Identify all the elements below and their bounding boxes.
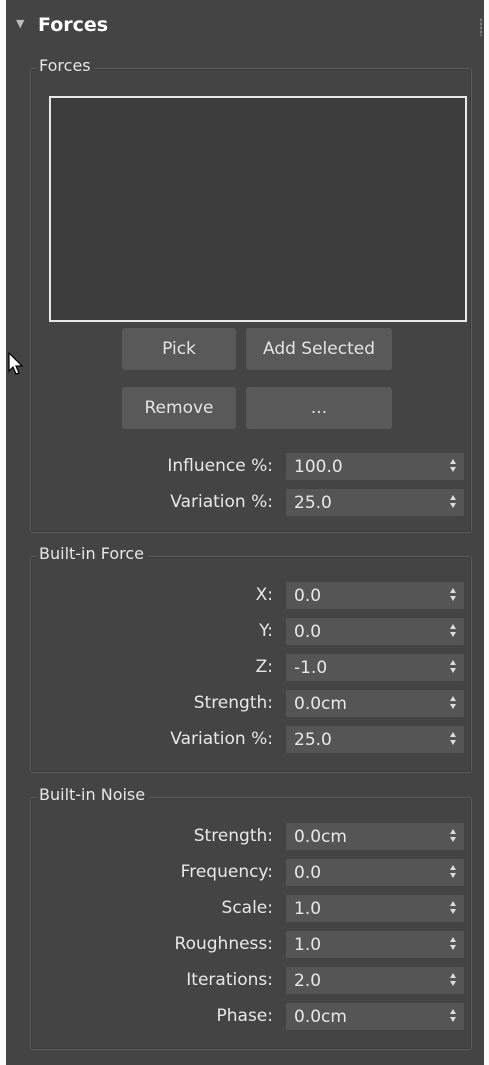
- more-options-button[interactable]: ...: [246, 387, 392, 429]
- force-variation-spinner[interactable]: 25.0: [286, 726, 464, 753]
- noise-strength-value[interactable]: 0.0cm: [294, 827, 347, 847]
- forces-list[interactable]: [49, 96, 467, 322]
- builtin-noise-group-label: Built-in Noise: [37, 785, 150, 804]
- spinner-arrows-icon[interactable]: [450, 935, 458, 953]
- forces-rollout-panel: ▼ Forces Forces Pick Add Selected Remove…: [6, 0, 484, 1065]
- force-variation-label: Variation %:: [170, 729, 273, 749]
- noise-phase-value[interactable]: 0.0cm: [294, 1007, 347, 1027]
- noise-strength-label: Strength:: [193, 826, 273, 846]
- noise-frequency-label: Frequency:: [180, 862, 273, 882]
- variation-label: Variation %:: [170, 492, 273, 512]
- remove-button[interactable]: Remove: [122, 387, 236, 429]
- spinner-arrows-icon[interactable]: [450, 493, 458, 511]
- spinner-arrows-icon[interactable]: [450, 899, 458, 917]
- influence-value[interactable]: 100.0: [294, 457, 343, 477]
- forces-group-label: Forces: [37, 56, 95, 75]
- force-z-label: Z:: [255, 657, 273, 677]
- noise-strength-spinner[interactable]: 0.0cm: [286, 823, 464, 850]
- force-strength-spinner[interactable]: 0.0cm: [286, 690, 464, 717]
- force-y-spinner[interactable]: 0.0: [286, 618, 464, 645]
- spinner-arrows-icon[interactable]: [450, 658, 458, 676]
- spinner-arrows-icon[interactable]: [450, 827, 458, 845]
- spinner-arrows-icon[interactable]: [450, 730, 458, 748]
- spinner-arrows-icon[interactable]: [450, 863, 458, 881]
- noise-iterations-value[interactable]: 2.0: [294, 971, 321, 991]
- noise-scale-spinner[interactable]: 1.0: [286, 895, 464, 922]
- mouse-cursor-icon: [8, 352, 24, 375]
- drag-handle-icon[interactable]: [480, 18, 482, 36]
- noise-scale-value[interactable]: 1.0: [294, 899, 321, 919]
- noise-roughness-spinner[interactable]: 1.0: [286, 931, 464, 958]
- spinner-arrows-icon[interactable]: [450, 622, 458, 640]
- noise-scale-label: Scale:: [221, 898, 273, 918]
- rollout-title[interactable]: Forces: [38, 14, 108, 36]
- force-x-label: X:: [255, 585, 273, 605]
- force-variation-value[interactable]: 25.0: [294, 730, 332, 750]
- spinner-arrows-icon[interactable]: [450, 586, 458, 604]
- spinner-arrows-icon[interactable]: [450, 971, 458, 989]
- builtin-force-group: Built-in Force X: 0.0 Y: 0.0 Z: -1.0 Str…: [30, 544, 472, 773]
- add-selected-button[interactable]: Add Selected: [246, 328, 392, 370]
- forces-group: Forces Pick Add Selected Remove ... Infl…: [30, 56, 472, 533]
- influence-spinner[interactable]: 100.0: [286, 453, 464, 480]
- spinner-arrows-icon[interactable]: [450, 694, 458, 712]
- noise-phase-spinner[interactable]: 0.0cm: [286, 1003, 464, 1030]
- force-z-spinner[interactable]: -1.0: [286, 654, 464, 681]
- variation-value[interactable]: 25.0: [294, 493, 332, 513]
- noise-phase-label: Phase:: [216, 1006, 274, 1026]
- collapse-arrow-icon[interactable]: ▼: [16, 17, 24, 30]
- spinner-arrows-icon[interactable]: [450, 1007, 458, 1025]
- rollout-header[interactable]: ▼ Forces: [6, 14, 484, 44]
- noise-iterations-spinner[interactable]: 2.0: [286, 967, 464, 994]
- influence-label: Influence %:: [167, 456, 273, 476]
- force-strength-label: Strength:: [193, 693, 273, 713]
- force-x-spinner[interactable]: 0.0: [286, 582, 464, 609]
- force-z-value[interactable]: -1.0: [294, 658, 327, 678]
- noise-frequency-spinner[interactable]: 0.0: [286, 859, 464, 886]
- noise-iterations-label: Iterations:: [186, 970, 273, 990]
- spinner-arrows-icon[interactable]: [450, 457, 458, 475]
- builtin-noise-group: Built-in Noise Strength: 0.0cm Frequency…: [30, 785, 472, 1050]
- force-strength-value[interactable]: 0.0cm: [294, 694, 347, 714]
- force-x-value[interactable]: 0.0: [294, 586, 321, 606]
- force-y-value[interactable]: 0.0: [294, 622, 321, 642]
- force-y-label: Y:: [259, 621, 273, 641]
- noise-roughness-value[interactable]: 1.0: [294, 935, 321, 955]
- noise-frequency-value[interactable]: 0.0: [294, 863, 321, 883]
- variation-spinner[interactable]: 25.0: [286, 489, 464, 516]
- pick-button[interactable]: Pick: [122, 328, 236, 370]
- noise-roughness-label: Roughness:: [174, 934, 273, 954]
- builtin-force-group-label: Built-in Force: [37, 544, 149, 563]
